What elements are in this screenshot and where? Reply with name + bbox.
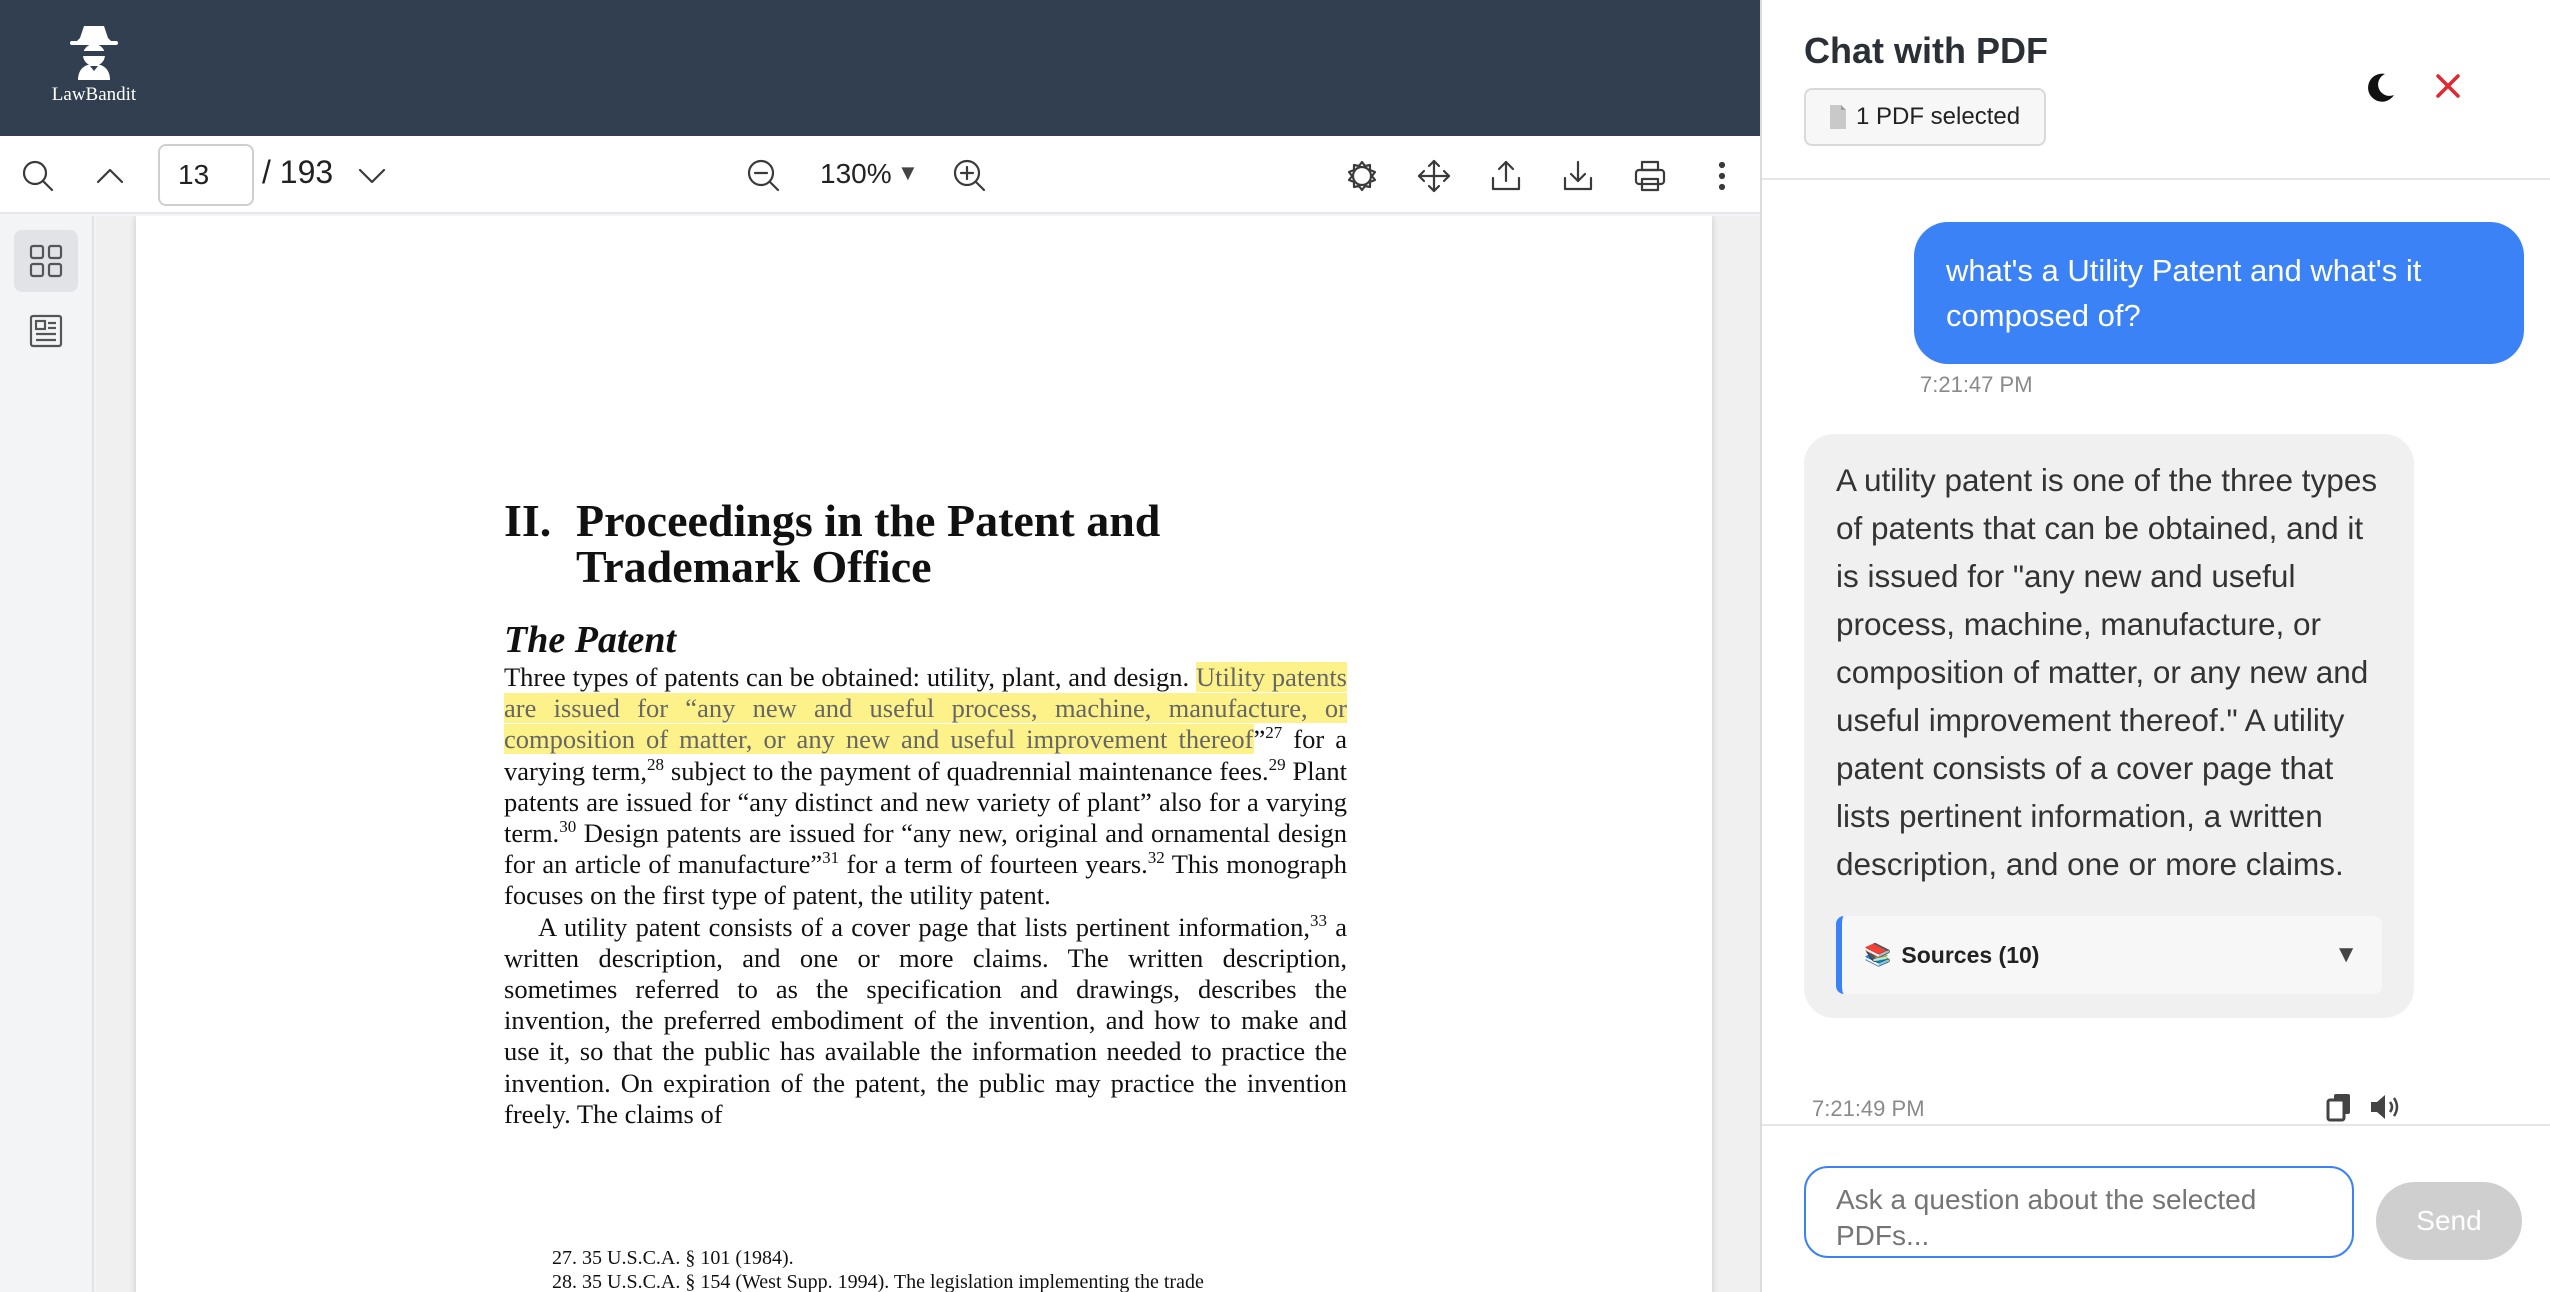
footnotes: 27. 35 U.S.C.A. § 101 (1984). 28. 35 U.S… [552,1246,1352,1292]
zoom-in-icon[interactable] [948,154,992,198]
pdf-page: II. Proceedings in the Patent and Tradem… [136,216,1712,1292]
copy-icon[interactable] [2322,1090,2356,1124]
sources-label: Sources (10) [1901,941,2040,968]
zoom-select[interactable]: 130% [820,158,892,190]
message-timestamp: 7:21:47 PM [1920,372,2033,397]
message-list[interactable]: what's a Utility Patent and what's it co… [1762,182,2550,1124]
print-icon[interactable] [1628,154,1672,198]
chat-input[interactable] [1804,1166,2354,1258]
caret-down-icon[interactable]: ▼ [897,160,919,186]
brand-name: LawBandit [51,84,137,105]
message-timestamp: 7:21:49 PM [1812,1096,1925,1121]
upload-icon[interactable] [1484,154,1528,198]
more-icon[interactable] [1700,154,1744,198]
footnote: 28. 35 U.S.C.A. § 154 (West Supp. 1994).… [552,1271,1204,1292]
chat-header: Chat with PDF 1 PDF selected [1762,0,2550,180]
assistant-message: A utility patent is one of the three typ… [1804,434,2414,1018]
speaker-icon[interactable] [2366,1090,2404,1124]
pan-icon[interactable] [1412,154,1456,198]
books-icon: 📚 [1864,942,1892,967]
pdf-viewer: LawBandit 13 / 193 130% ▼ II. Proceeding… [0,0,1760,1292]
moon-icon[interactable] [2358,66,2402,110]
assistant-message-text: A utility patent is one of the three typ… [1836,462,2378,882]
chapter-number: II. [504,495,552,546]
footnote: 27. 35 U.S.C.A. § 101 (1984). [552,1247,794,1269]
paragraph: A utility patent consists of a cover pag… [504,910,1348,1129]
page-text: II. Proceedings in the Patent and Tradem… [504,498,1347,1130]
chapter-title: Proceedings in the Patent and Trademark … [576,495,1161,592]
chapter-heading: II. Proceedings in the Patent and Tradem… [504,498,1347,590]
page-total: / 193 [262,154,334,190]
chat-title: Chat with PDF [1804,30,2048,71]
paragraph: Three types of patents can be obtained: … [504,662,1347,911]
thumbnails-icon [29,244,63,278]
send-button[interactable]: Send [2376,1182,2522,1260]
app-root: LawBandit 13 / 193 130% ▼ II. Proceeding… [0,0,2550,1292]
thumbnails-button[interactable] [14,230,78,292]
pdf-selected-button[interactable]: 1 PDF selected [1804,88,2047,146]
section-heading: The Patent [504,619,677,661]
pdf-selected-label: 1 PDF selected [1856,103,2021,130]
chevron-up-icon[interactable] [88,154,132,198]
page-canvas[interactable]: II. Proceedings in the Patent and Tradem… [96,216,1760,1292]
chat-panel: Chat with PDF 1 PDF selected what's a Ut… [1760,0,2550,1292]
caret-down-icon: ▼ [2334,941,2358,968]
close-icon[interactable] [2426,64,2470,108]
zoom-out-icon[interactable] [742,154,786,198]
logo[interactable]: LawBandit [46,22,142,112]
page-number-input[interactable]: 13 [158,144,254,206]
bandit-logo-icon [70,26,118,80]
theme-icon[interactable] [1340,154,1384,198]
chevron-down-icon[interactable] [350,154,394,198]
document-icon [1830,105,1846,129]
search-icon[interactable] [16,154,60,198]
sources-toggle[interactable]: 📚 Sources (10) ▼ [1836,916,2382,994]
outline-button[interactable] [14,300,78,362]
download-icon[interactable] [1556,154,1600,198]
app-header: LawBandit [0,0,1760,136]
viewer-sidebar [0,216,94,1292]
outline-icon [29,314,63,348]
user-message: what's a Utility Patent and what's it co… [1914,222,2524,364]
chat-composer: Send [1762,1124,2550,1292]
